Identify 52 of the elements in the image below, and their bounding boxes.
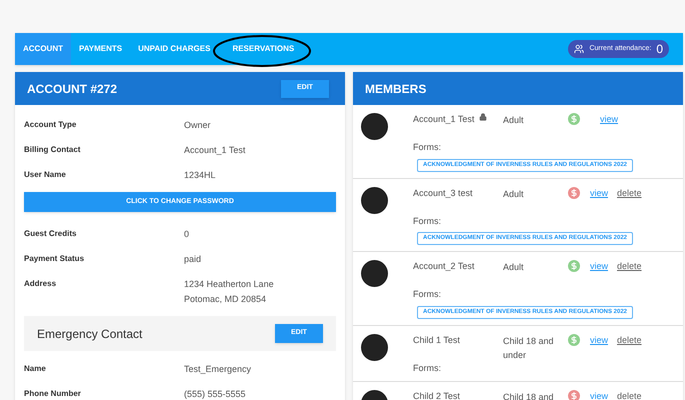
view-link[interactable]: view bbox=[590, 390, 608, 400]
field-value: 1234HL bbox=[184, 169, 216, 182]
member-name: Child 1 Test bbox=[413, 334, 461, 346]
field-value: 1234 Heatherton Lane bbox=[184, 278, 274, 291]
field-label: Billing Contact bbox=[24, 144, 82, 156]
avatar bbox=[361, 113, 388, 140]
field-value: (555) 555-5555 bbox=[184, 388, 246, 400]
field-label: Payment Status bbox=[24, 253, 86, 265]
member-name: Child 2 Test bbox=[413, 390, 461, 400]
nav-tab[interactable]: PAYMENTS bbox=[71, 33, 130, 65]
delete-link[interactable]: delete bbox=[617, 390, 642, 400]
field-value: 0 bbox=[184, 228, 190, 241]
field-label: Address bbox=[24, 278, 58, 290]
member-type: Child 18 and bbox=[503, 391, 555, 400]
member-name: Account_2 Test bbox=[413, 260, 476, 273]
delete-link[interactable]: delete bbox=[617, 186, 642, 200]
avatar bbox=[361, 260, 388, 287]
card-title: MEMBERS bbox=[365, 80, 426, 98]
delete-link[interactable]: delete bbox=[617, 334, 642, 347]
forms-label: Forms: bbox=[413, 141, 442, 154]
nav-tab[interactable]: UNPAID CHARGES bbox=[130, 33, 218, 65]
field-label: Name bbox=[24, 363, 47, 375]
member-type: Adult bbox=[503, 188, 525, 200]
section-title: Emergency Contact bbox=[37, 326, 142, 342]
forms-label: Forms: bbox=[413, 362, 442, 374]
view-link[interactable]: view bbox=[590, 186, 608, 200]
field-label: Guest Credits bbox=[24, 228, 78, 240]
field-value: Potomac, MD 20854 bbox=[184, 293, 268, 306]
member-type: Adult bbox=[503, 114, 525, 127]
view-link[interactable]: view bbox=[590, 334, 608, 347]
member-type: Child 18 and under bbox=[503, 334, 555, 362]
attendance-count: 0 bbox=[656, 41, 663, 58]
delete-link[interactable]: delete bbox=[617, 260, 642, 274]
member-name: Account_1 Test bbox=[413, 113, 476, 126]
field-value: paid bbox=[184, 253, 202, 266]
field-value: Account_1 Test bbox=[184, 144, 246, 157]
view-link[interactable]: view bbox=[600, 113, 618, 126]
forms-label: Forms: bbox=[413, 214, 442, 228]
field-label: Account Type bbox=[24, 119, 78, 131]
field-value: Test_Emergency bbox=[184, 363, 252, 376]
field-label: User Name bbox=[24, 169, 67, 181]
avatar bbox=[361, 186, 388, 214]
member-name: Account_3 test bbox=[413, 186, 474, 200]
card-title: ACCOUNT #272 bbox=[27, 80, 118, 98]
forms-label: Forms: bbox=[413, 288, 442, 301]
view-link[interactable]: view bbox=[590, 260, 608, 274]
member-type: Adult bbox=[503, 261, 525, 274]
field-label: Phone Number bbox=[24, 388, 82, 400]
people-icon bbox=[574, 44, 584, 54]
field-value: Owner bbox=[184, 119, 211, 132]
avatar bbox=[361, 334, 388, 360]
nav-tab[interactable]: ACCOUNT bbox=[15, 33, 71, 65]
